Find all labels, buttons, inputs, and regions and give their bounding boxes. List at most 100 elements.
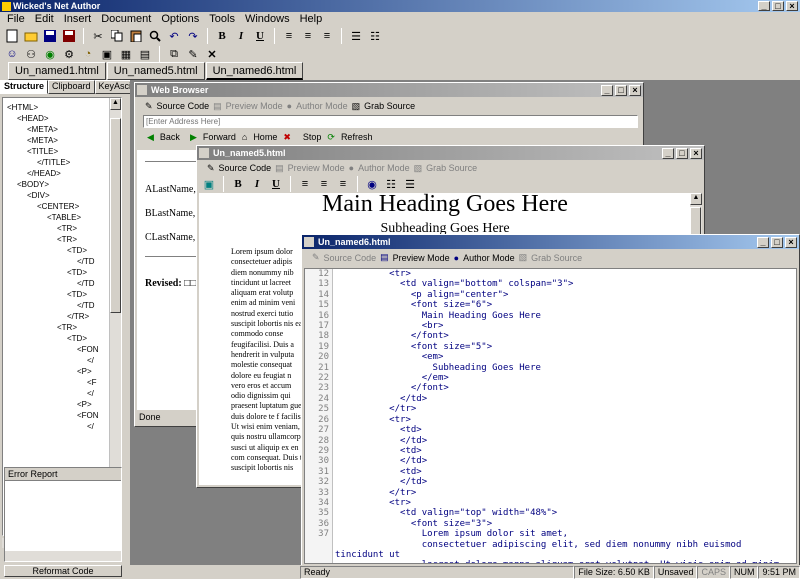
clock-icon[interactable]: ◔ bbox=[79, 45, 97, 63]
un5-author-mode-button[interactable]: Author Mode bbox=[358, 163, 410, 173]
tree-node[interactable]: <TR> bbox=[3, 223, 121, 234]
source-code-icon[interactable]: ✎ bbox=[145, 101, 153, 112]
close-button[interactable]: × bbox=[786, 1, 798, 11]
undo-icon[interactable]: ↶ bbox=[165, 27, 183, 45]
menu-document[interactable]: Document bbox=[96, 13, 156, 25]
code-line[interactable]: </td> bbox=[335, 394, 795, 404]
forward-button[interactable]: Forward bbox=[203, 132, 236, 142]
tree-node[interactable]: </TR> bbox=[3, 311, 121, 322]
un5-align-left-icon[interactable]: ≡ bbox=[296, 175, 314, 193]
save-icon[interactable] bbox=[41, 27, 59, 45]
refresh-button[interactable]: Refresh bbox=[341, 132, 373, 142]
tree-node[interactable]: </ bbox=[3, 388, 121, 399]
tree-node[interactable]: <HTML> bbox=[3, 102, 121, 113]
tree-node[interactable]: <FON bbox=[3, 410, 121, 421]
tree-node[interactable]: <F bbox=[3, 377, 121, 388]
tree-node[interactable]: </TD bbox=[3, 278, 121, 289]
code-line[interactable]: </td> bbox=[335, 456, 795, 466]
open-folder-icon[interactable] bbox=[22, 27, 40, 45]
un6-preview-mode-button[interactable]: Preview Mode bbox=[393, 253, 450, 263]
code-line[interactable]: tincidunt ut bbox=[335, 550, 795, 560]
un5-align-right-icon[interactable]: ≡ bbox=[334, 175, 352, 193]
browser-author-mode-button[interactable]: Author Mode bbox=[296, 101, 348, 111]
un6-grab-source-button[interactable]: Grab Source bbox=[531, 253, 582, 263]
tree-node[interactable]: <META> bbox=[3, 135, 121, 146]
un5-align-center-icon[interactable]: ≡ bbox=[315, 175, 333, 193]
un5-grab-source-button[interactable]: Grab Source bbox=[426, 163, 477, 173]
un6-preview-icon[interactable]: ▤ bbox=[380, 252, 389, 263]
un5-numbered-list-icon[interactable]: ☷ bbox=[382, 175, 400, 193]
frame-icon[interactable]: ▤ bbox=[136, 45, 154, 63]
menu-tools[interactable]: Tools bbox=[204, 13, 240, 25]
image-icon[interactable]: ▣ bbox=[98, 45, 116, 63]
tab-structure[interactable]: Structure bbox=[0, 80, 49, 94]
code-line[interactable]: <tr> bbox=[335, 269, 795, 279]
preview-icon[interactable]: ▤ bbox=[213, 101, 222, 112]
tree-node[interactable]: <TABLE> bbox=[3, 212, 121, 223]
code-line[interactable]: <font size="5"> bbox=[335, 342, 795, 352]
align-center-icon[interactable]: ≡ bbox=[299, 27, 317, 45]
table-icon[interactable]: ▦ bbox=[117, 45, 135, 63]
menu-options[interactable]: Options bbox=[156, 13, 204, 25]
tree-node[interactable]: <TD> bbox=[3, 333, 121, 344]
tree-node[interactable]: <TD> bbox=[3, 245, 121, 256]
address-input[interactable] bbox=[143, 115, 638, 128]
code-line[interactable]: </td> bbox=[335, 477, 795, 487]
browser-close-button[interactable]: × bbox=[629, 84, 641, 96]
tree-node[interactable]: </ bbox=[3, 421, 121, 432]
paste-icon[interactable] bbox=[127, 27, 145, 45]
code-line[interactable]: <font size="3"> bbox=[335, 519, 795, 529]
un5-close-button[interactable]: × bbox=[690, 147, 702, 159]
un5-preview-mode-button[interactable]: Preview Mode bbox=[288, 163, 345, 173]
un6-author-mode-button[interactable]: Author Mode bbox=[463, 253, 515, 263]
cut-icon[interactable]: ✂ bbox=[89, 27, 107, 45]
un6-grab-icon[interactable]: ▧ bbox=[519, 252, 528, 263]
tree-node[interactable]: <CENTER> bbox=[3, 201, 121, 212]
bullet-list-icon[interactable]: ☰ bbox=[347, 27, 365, 45]
un5-source-code-button[interactable]: Source Code bbox=[219, 163, 272, 173]
code-line[interactable]: <td> bbox=[335, 467, 795, 477]
code-line[interactable]: <br> bbox=[335, 321, 795, 331]
tree-node[interactable]: </ bbox=[3, 355, 121, 366]
browser-preview-mode-button[interactable]: Preview Mode bbox=[226, 101, 283, 111]
tree-node[interactable]: <P> bbox=[3, 399, 121, 410]
code-line[interactable]: Subheading Goes Here bbox=[335, 363, 795, 373]
un6-close-button[interactable]: × bbox=[785, 236, 797, 248]
code-line[interactable]: consectetuer adipiscing elit, sed diem n… bbox=[335, 540, 795, 550]
redo-icon[interactable]: ↷ bbox=[184, 27, 202, 45]
copy-window-icon[interactable]: ⧉ bbox=[165, 45, 183, 63]
find-icon[interactable] bbox=[146, 27, 164, 45]
close-doc-icon[interactable] bbox=[60, 27, 78, 45]
menu-windows[interactable]: Windows bbox=[240, 13, 295, 25]
un5-grab-icon[interactable]: ▧ bbox=[414, 163, 423, 174]
un5-bullet-list-icon[interactable]: ☰ bbox=[401, 175, 419, 193]
close-x-icon[interactable]: ✕ bbox=[203, 45, 221, 63]
underline-button[interactable]: U bbox=[251, 27, 269, 45]
un5-image-icon[interactable]: ▣ bbox=[200, 175, 218, 193]
home-icon[interactable]: ⌂ bbox=[242, 132, 247, 142]
tree-node[interactable]: <TR> bbox=[3, 234, 121, 245]
menu-insert[interactable]: Insert bbox=[59, 13, 97, 25]
link-icon[interactable]: ⚙ bbox=[60, 45, 78, 63]
code-line[interactable]: <td valign="bottom" colspan="3"> bbox=[335, 279, 795, 289]
un6-source-code-button[interactable]: Source Code bbox=[324, 253, 377, 263]
code-line[interactable]: </tr> bbox=[335, 404, 795, 414]
tree-node[interactable]: <TD> bbox=[3, 289, 121, 300]
browser-minimize-button[interactable]: _ bbox=[601, 84, 613, 96]
reformat-code-button[interactable]: Reformat Code bbox=[4, 565, 122, 577]
maximize-button[interactable]: □ bbox=[772, 1, 784, 11]
tree-node[interactable]: <P> bbox=[3, 366, 121, 377]
tree-node[interactable]: <HEAD> bbox=[3, 113, 121, 124]
forward-icon[interactable]: ▶ bbox=[190, 132, 197, 143]
code-line[interactable]: </font> bbox=[335, 331, 795, 341]
bold-button[interactable]: B bbox=[213, 27, 231, 45]
tree-node[interactable]: <TITLE> bbox=[3, 146, 121, 157]
code-line[interactable]: <td> bbox=[335, 446, 795, 456]
browser-maximize-button[interactable]: □ bbox=[615, 84, 627, 96]
browser-source-code-button[interactable]: Source Code bbox=[157, 101, 210, 111]
users-icon[interactable]: ⚇ bbox=[22, 45, 40, 63]
menu-file[interactable]: File bbox=[2, 13, 30, 25]
back-icon[interactable]: ◀ bbox=[147, 132, 154, 143]
un5-minimize-button[interactable]: _ bbox=[662, 147, 674, 159]
code-line[interactable]: </font> bbox=[335, 383, 795, 393]
